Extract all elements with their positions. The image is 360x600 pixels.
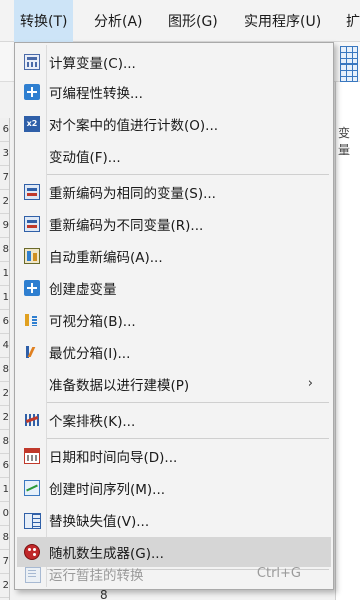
menu-item-optimal-binning[interactable]: 最优分箱(I)... bbox=[17, 337, 331, 367]
row-number[interactable]: 1 bbox=[0, 478, 9, 502]
menu-item-date-time-wizard[interactable]: 日期和时间向导(D)... bbox=[17, 441, 331, 471]
menu-item-create-dummy-variables[interactable]: 创建虚变量 bbox=[17, 273, 331, 303]
row-number[interactable]: 1 bbox=[0, 262, 9, 286]
calculator-icon bbox=[24, 54, 40, 70]
menu-item-label: 替换缺失值(V)... bbox=[49, 514, 150, 530]
chevron-right-icon: › bbox=[307, 376, 313, 391]
menubar: 转换(T) 分析(A) 图形(G) 实用程序(U) 扩 bbox=[0, 0, 360, 42]
menu-item-label: 准备数据以进行建模(P) bbox=[49, 378, 190, 394]
row-number[interactable]: 7 bbox=[0, 166, 9, 190]
menu-separator bbox=[47, 174, 329, 175]
row-number[interactable]: 8 bbox=[0, 430, 9, 454]
menu-item-label: 个案排秩(K)... bbox=[49, 414, 136, 430]
menu-item-visual-binning[interactable]: 可视分箱(B)... bbox=[17, 305, 331, 335]
row-number[interactable]: 2 bbox=[0, 406, 9, 430]
row-number[interactable]: 7 bbox=[0, 550, 9, 574]
menu-item-label: 自动重新编码(A)... bbox=[49, 250, 163, 266]
data-grid[interactable] bbox=[335, 82, 360, 600]
random-dice-icon bbox=[24, 544, 40, 560]
auto-recode-icon bbox=[24, 248, 40, 264]
menu-graphs[interactable]: 图形(G) bbox=[162, 0, 224, 42]
menu-separator bbox=[47, 438, 329, 439]
optimal-binning-icon bbox=[24, 344, 40, 360]
time-series-icon bbox=[24, 480, 40, 496]
rank-cases-icon bbox=[24, 412, 40, 428]
row-number[interactable]: 6 bbox=[0, 310, 9, 334]
row-number[interactable]: 3 bbox=[0, 142, 9, 166]
menu-item-create-time-series[interactable]: 创建时间序列(M)... bbox=[17, 473, 331, 503]
menu-item-label: 可视分箱(B)... bbox=[49, 314, 136, 330]
menu-separator bbox=[47, 402, 329, 403]
plus-box-icon bbox=[24, 280, 40, 296]
menu-item-label: 可编程性转换... bbox=[49, 86, 143, 102]
menu-analyze[interactable]: 分析(A) bbox=[88, 0, 149, 42]
menu-item-label: 计算变量(C)... bbox=[49, 56, 136, 72]
menu-item-label: 重新编码为不同变量(R)... bbox=[49, 218, 204, 234]
run-pending-icon bbox=[24, 566, 41, 583]
row-number[interactable]: 6 bbox=[0, 454, 9, 478]
plus-box-icon bbox=[24, 84, 40, 100]
row-number[interactable]: 2 bbox=[0, 382, 9, 406]
grid-view-icon[interactable] bbox=[340, 46, 358, 64]
menu-item-label: 对个案中的值进行计数(O)... bbox=[49, 118, 219, 134]
menu-utilities[interactable]: 实用程序(U) bbox=[238, 0, 327, 42]
menu-item-label: 创建时间序列(M)... bbox=[49, 482, 166, 498]
menu-item-label: 日期和时间向导(D)... bbox=[49, 450, 178, 466]
menu-item-shift-values[interactable]: 变动值(F)... bbox=[17, 141, 331, 171]
row-number[interactable]: 8 bbox=[0, 526, 9, 550]
menu-item-recode-different[interactable]: 重新编码为不同变量(R)... bbox=[17, 209, 331, 239]
menu-transform[interactable]: 转换(T) bbox=[14, 0, 74, 42]
row-number[interactable]: 8 bbox=[0, 358, 9, 382]
menu-item-programmability-transformation[interactable]: 可编程性转换... bbox=[17, 77, 331, 107]
row-number[interactable]: 9 bbox=[0, 214, 9, 238]
row-number-column: 6 3 7 2 9 8 1 1 6 4 8 2 2 8 6 1 0 8 7 2 bbox=[0, 118, 10, 600]
menu-item-count-values[interactable]: x2 对个案中的值进行计数(O)... bbox=[17, 109, 331, 139]
menu-item-compute-variable[interactable]: 计算变量(C)... bbox=[17, 47, 331, 77]
calendar-icon bbox=[24, 448, 40, 464]
menu-item-prepare-data-for-modeling[interactable]: 准备数据以进行建模(P) › bbox=[17, 369, 331, 399]
count-values-icon: x2 bbox=[24, 116, 40, 132]
menu-item-label: 重新编码为相同的变量(S)... bbox=[49, 186, 216, 202]
row-number[interactable]: 1 bbox=[0, 286, 9, 310]
menu-item-label: 运行暂挂的转换 bbox=[49, 568, 144, 584]
variable-column-header[interactable]: 变量 bbox=[338, 124, 360, 158]
row-number[interactable]: 6 bbox=[0, 118, 9, 142]
menu-item-label: 创建虚变量 bbox=[49, 282, 117, 298]
menu-item-automatic-recode[interactable]: 自动重新编码(A)... bbox=[17, 241, 331, 271]
row-number[interactable]: 2 bbox=[0, 574, 9, 598]
row-number[interactable]: 0 bbox=[0, 502, 9, 526]
visual-binning-icon bbox=[24, 312, 40, 328]
grid-view-icon[interactable] bbox=[340, 64, 358, 82]
recode-different-icon bbox=[24, 216, 40, 232]
menu-item-label: 变动值(F)... bbox=[49, 150, 121, 166]
transform-menu-dropdown: 计算变量(C)... 可编程性转换... x2 对个案中的值进行计数(O)...… bbox=[14, 42, 334, 590]
menu-item-run-pending-transforms: 运行暂挂的转换 Ctrl+G bbox=[17, 559, 331, 589]
recode-same-icon bbox=[24, 184, 40, 200]
menu-item-shortcut: Ctrl+G bbox=[256, 566, 301, 581]
menu-item-recode-same[interactable]: 重新编码为相同的变量(S)... bbox=[17, 177, 331, 207]
row-number[interactable]: 4 bbox=[0, 334, 9, 358]
menu-item-replace-missing-values[interactable]: 替换缺失值(V)... bbox=[17, 505, 331, 535]
row-number[interactable]: 8 bbox=[0, 238, 9, 262]
menu-item-label: 最优分箱(I)... bbox=[49, 346, 131, 362]
menu-item-rank-cases[interactable]: 个案排秩(K)... bbox=[17, 405, 331, 435]
menu-extensions[interactable]: 扩 bbox=[340, 0, 360, 42]
row-number[interactable]: 2 bbox=[0, 190, 9, 214]
replace-missing-icon bbox=[24, 512, 41, 529]
